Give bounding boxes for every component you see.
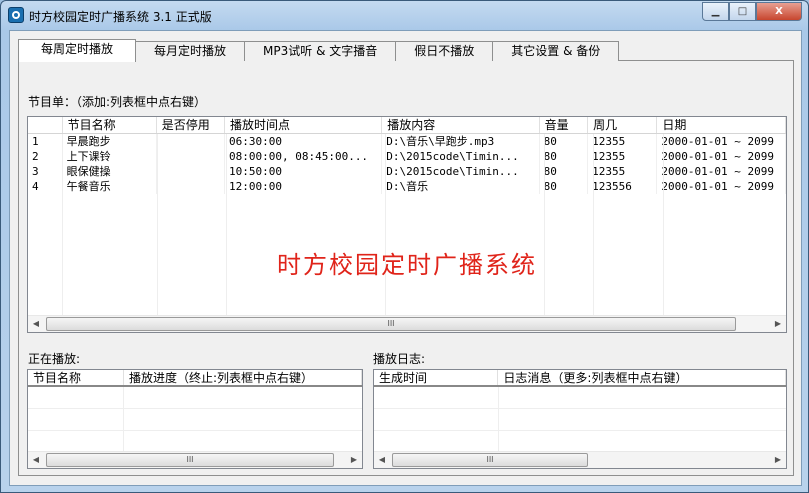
table-row[interactable]: 4 午餐音乐 12:00:00 D:\音乐 80 123556 2000-01-01 ~ 2… bbox=[28, 179, 786, 194]
tab-3[interactable]: 假日不播放 bbox=[395, 41, 494, 61]
close-button[interactable]: X bbox=[756, 2, 802, 21]
column-header[interactable]: 生成时间 bbox=[374, 370, 499, 385]
table-cell: 12355 bbox=[588, 149, 658, 164]
column-header[interactable]: 播放内容 bbox=[382, 117, 540, 133]
table-row[interactable]: 1 早晨跑步 06:30:00 D:\音乐\早跑步.mp3 80 12355 2000-01… bbox=[28, 134, 786, 149]
scroll-thumb[interactable]: III bbox=[46, 317, 736, 331]
table-cell: 眼保健操 bbox=[63, 164, 157, 179]
now-playing-list[interactable]: 节目名称 播放进度（终止:列表框中点右键） ◀ III ▶ bbox=[27, 369, 363, 469]
table-cell: 2000-01-01 ~ 2099 bbox=[657, 149, 786, 164]
program-list-scrollbar[interactable]: ◀ III ▶ bbox=[28, 315, 786, 332]
watermark-text: 时方校园定时广播系统 bbox=[277, 251, 537, 279]
minimize-button[interactable]: ▁ bbox=[702, 2, 729, 21]
table-cell: D:\音乐\早跑步.mp3 bbox=[382, 134, 540, 149]
table-cell bbox=[157, 134, 225, 149]
tab-1[interactable]: 每月定时播放 bbox=[135, 41, 246, 61]
table-cell: 80 bbox=[540, 179, 589, 194]
client-area: 节目单：（添加:列表框中点右键） 节目名称 是否停用 播放时间点 播放内容 音量 周几 日期… bbox=[9, 30, 802, 486]
app-window: 时方校园定时广播系统 3.1 正式版 ▁ □ X 节目单：（添加:列表框中点右键… bbox=[0, 0, 809, 493]
table-cell: 80 bbox=[540, 164, 589, 179]
column-header[interactable]: 日志消息（更多:列表框中点右键） bbox=[498, 370, 786, 385]
table-cell: 2000-01-01 ~ 2099 bbox=[657, 179, 786, 194]
column-header[interactable]: 周几 bbox=[588, 117, 658, 133]
now-playing-label: 正在播放: bbox=[28, 352, 81, 366]
table-cell: 4 bbox=[28, 179, 63, 194]
table-cell bbox=[157, 149, 225, 164]
column-header[interactable]: 日期 bbox=[657, 117, 786, 133]
table-cell: 早晨跑步 bbox=[63, 134, 157, 149]
column-header[interactable] bbox=[28, 117, 63, 133]
app-icon bbox=[8, 7, 24, 23]
column-header[interactable]: 是否停用 bbox=[157, 117, 225, 133]
play-log-list[interactable]: 生成时间 日志消息（更多:列表框中点右键） ◀ III ▶ bbox=[373, 369, 787, 469]
scroll-right-arrow[interactable]: ▶ bbox=[346, 452, 362, 468]
window-title: 时方校园定时广播系统 3.1 正式版 bbox=[29, 10, 212, 24]
tab-2[interactable]: MP3试听 & 文字播音 bbox=[244, 41, 397, 61]
program-list[interactable]: 节目名称 是否停用 播放时间点 播放内容 音量 周几 日期 1 早晨跑步 06:30:00 D:\… bbox=[27, 116, 787, 333]
tab-panel: 节目单：（添加:列表框中点右键） 节目名称 是否停用 播放时间点 播放内容 音量 周几 日期… bbox=[18, 60, 794, 476]
table-cell: 10:50:00 bbox=[225, 164, 383, 179]
table-cell: 2 bbox=[28, 149, 63, 164]
table-cell: D:\2015code\Timin... bbox=[382, 164, 540, 179]
program-list-label: 节目单：（添加:列表框中点右键） bbox=[28, 95, 207, 109]
column-header[interactable]: 节目名称 bbox=[63, 117, 157, 133]
column-header[interactable]: 节目名称 bbox=[28, 370, 124, 385]
tab-4[interactable]: 其它设置 & 备份 bbox=[492, 41, 620, 61]
now-playing-scrollbar[interactable]: ◀ III ▶ bbox=[28, 451, 362, 468]
table-row[interactable]: 3 眼保健操 10:50:00 D:\2015code\Timin... 80 12355… bbox=[28, 164, 786, 179]
table-cell: 06:30:00 bbox=[225, 134, 383, 149]
table-cell: 2000-01-01 ~ 2099 bbox=[657, 164, 786, 179]
table-cell: 80 bbox=[540, 149, 589, 164]
scroll-right-arrow[interactable]: ▶ bbox=[770, 452, 786, 468]
column-header[interactable]: 音量 bbox=[540, 117, 589, 133]
table-cell: 2000-01-01 ~ 2099 bbox=[657, 134, 786, 149]
table-cell: 12355 bbox=[588, 134, 658, 149]
scroll-left-arrow[interactable]: ◀ bbox=[28, 316, 44, 332]
table-cell: 123556 bbox=[588, 179, 658, 194]
scroll-left-arrow[interactable]: ◀ bbox=[28, 452, 44, 468]
table-cell: 3 bbox=[28, 164, 63, 179]
table-cell: D:\2015code\Timin... bbox=[382, 149, 540, 164]
table-cell: 12355 bbox=[588, 164, 658, 179]
column-header[interactable]: 播放进度（终止:列表框中点右键） bbox=[124, 370, 362, 385]
table-cell: 08:00:00, 08:45:00... bbox=[225, 149, 383, 164]
table-cell bbox=[157, 179, 225, 194]
play-log-scrollbar[interactable]: ◀ III ▶ bbox=[374, 451, 786, 468]
tab-bar: 每周定时播放 每月定时播放 MP3试听 & 文字播音 假日不播放 其它设置 & 备份 bbox=[18, 39, 620, 62]
table-row[interactable]: 2 上下课铃 08:00:00, 08:45:00... D:\2015code\Ti… bbox=[28, 149, 786, 164]
table-cell: 上下课铃 bbox=[63, 149, 157, 164]
column-header[interactable]: 播放时间点 bbox=[225, 117, 383, 133]
table-cell: 1 bbox=[28, 134, 63, 149]
maximize-button[interactable]: □ bbox=[729, 2, 756, 21]
table-cell: 80 bbox=[540, 134, 589, 149]
tab-0[interactable]: 每周定时播放 bbox=[18, 39, 137, 62]
table-cell: 12:00:00 bbox=[225, 179, 383, 194]
table-cell: D:\音乐 bbox=[382, 179, 540, 194]
play-log-label: 播放日志: bbox=[373, 352, 426, 366]
scroll-thumb[interactable]: III bbox=[46, 453, 334, 467]
table-cell bbox=[157, 164, 225, 179]
scroll-thumb[interactable]: III bbox=[392, 453, 588, 467]
table-cell: 午餐音乐 bbox=[63, 179, 157, 194]
scroll-right-arrow[interactable]: ▶ bbox=[770, 316, 786, 332]
scroll-left-arrow[interactable]: ◀ bbox=[374, 452, 390, 468]
